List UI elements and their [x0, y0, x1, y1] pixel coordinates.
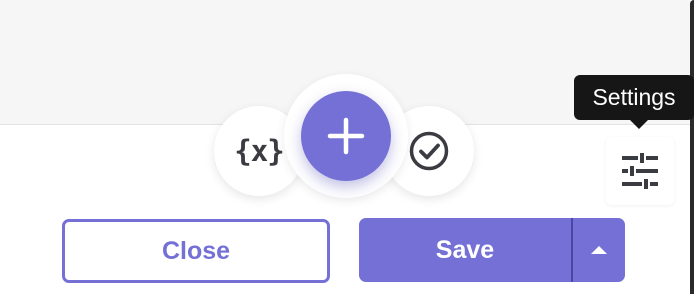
floating-action-group: {x}: [214, 74, 476, 198]
settings-tooltip: Settings: [574, 75, 694, 120]
settings-tooltip-arrow: [629, 119, 649, 129]
save-split-button: Save: [359, 218, 625, 282]
save-options-toggle[interactable]: [573, 218, 625, 282]
plus-icon: [327, 117, 365, 155]
settings-button[interactable]: [606, 137, 674, 205]
add-button[interactable]: [301, 91, 391, 181]
caret-up-icon: [591, 246, 607, 254]
check-circle-icon: [409, 131, 449, 171]
save-button[interactable]: Save: [359, 218, 571, 282]
window-edge: [690, 0, 694, 294]
add-button-ring: [284, 74, 408, 198]
close-button[interactable]: Close: [62, 219, 330, 283]
variable-braces-icon: {x}: [234, 134, 284, 168]
sliders-icon: [622, 153, 658, 189]
